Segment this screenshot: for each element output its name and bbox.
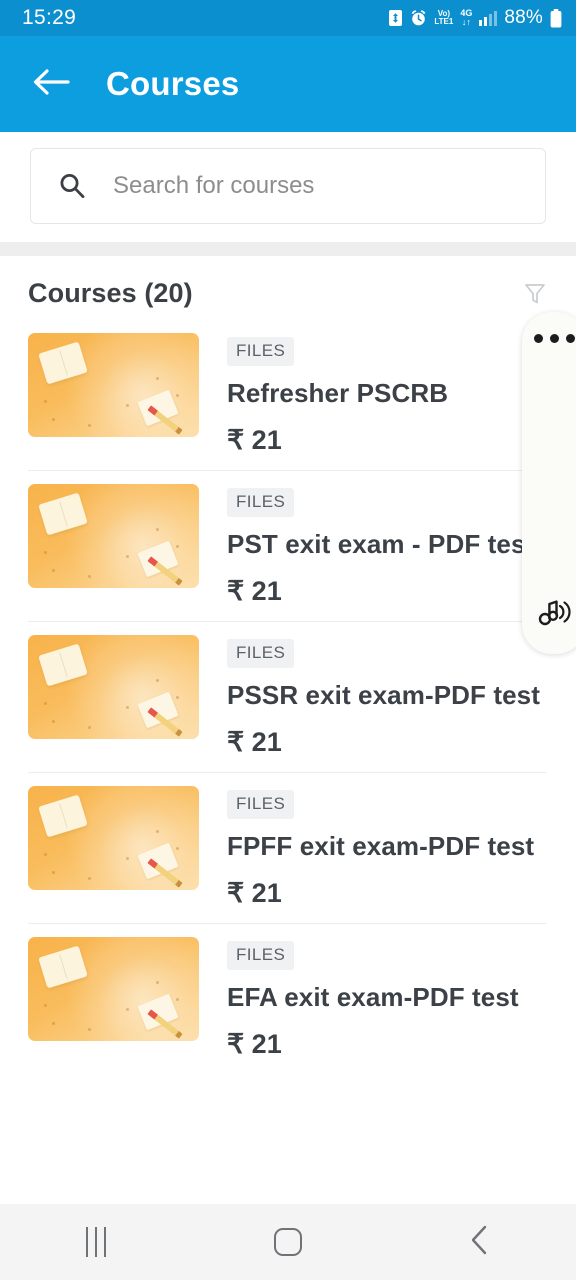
battery-saver-icon xyxy=(388,9,403,27)
course-title: PST exit exam - PDF test xyxy=(227,529,535,559)
recents-icon xyxy=(86,1227,106,1257)
music-note-icon[interactable] xyxy=(537,598,571,628)
arrow-left-icon xyxy=(32,67,70,102)
course-price: ₹ 21 xyxy=(227,425,282,455)
search-section xyxy=(0,132,576,242)
course-list-item[interactable]: FILES Refresher PSCRB ₹ 21 xyxy=(0,319,576,470)
course-details: FILES PST exit exam - PDF test ₹ 21 xyxy=(199,484,548,607)
back-button[interactable] xyxy=(28,61,74,107)
course-price: ₹ 21 xyxy=(227,1029,282,1059)
course-thumbnail xyxy=(28,937,199,1041)
status-time: 15:29 xyxy=(22,6,77,29)
course-thumbnail xyxy=(28,635,199,739)
course-thumbnail xyxy=(28,786,199,890)
more-dots-icon[interactable] xyxy=(533,334,575,343)
course-type-badge: FILES xyxy=(227,488,295,517)
course-type-badge: FILES xyxy=(227,337,295,366)
page-title: Courses xyxy=(106,65,240,102)
course-type-badge: FILES xyxy=(227,790,295,819)
course-type-badge: FILES xyxy=(227,941,295,970)
course-details: FILES PSSR exit exam-PDF test ₹ 21 xyxy=(199,635,548,758)
volte-icon: Vo) LTE1 xyxy=(434,9,454,26)
course-list-item[interactable]: FILES PST exit exam - PDF test ₹ 21 xyxy=(0,470,576,621)
alarm-icon xyxy=(410,9,427,27)
edge-panel[interactable] xyxy=(522,312,576,654)
course-title: Refresher PSCRB xyxy=(227,378,449,408)
course-details: FILES Refresher PSCRB ₹ 21 xyxy=(199,333,548,456)
4g-data-icon: 4G ↓↑ xyxy=(460,8,473,27)
app-bar: Courses xyxy=(0,36,576,132)
course-list-item[interactable]: FILES EFA exit exam-PDF test ₹ 21 xyxy=(0,923,576,1074)
battery-icon xyxy=(550,8,562,28)
section-divider-band xyxy=(0,242,576,256)
recents-button[interactable] xyxy=(41,1204,151,1280)
course-price: ₹ 21 xyxy=(227,878,282,908)
back-chevron-icon xyxy=(468,1224,492,1261)
course-details: FILES FPFF exit exam-PDF test ₹ 21 xyxy=(199,786,548,909)
search-input[interactable] xyxy=(113,172,519,200)
course-thumbnail xyxy=(28,484,199,588)
status-icon-group: Vo) LTE1 4G ↓↑ 88% xyxy=(388,7,562,29)
signal-bars-icon xyxy=(479,10,498,26)
course-title: EFA exit exam-PDF test xyxy=(227,982,519,1012)
courses-list-header: Courses (20) xyxy=(0,256,576,319)
course-price: ₹ 21 xyxy=(227,727,282,757)
home-icon xyxy=(274,1228,302,1256)
screen-content: 15:29 Vo) LTE1 4G ↓↑ 88% Courses Search … xyxy=(0,0,576,1204)
course-list-item[interactable]: FILES PSSR exit exam-PDF test ₹ 21 xyxy=(0,621,576,772)
course-list-item[interactable]: FILES FPFF exit exam-PDF test ₹ 21 xyxy=(0,772,576,923)
status-bar: 15:29 Vo) LTE1 4G ↓↑ 88% xyxy=(0,0,576,36)
search-box[interactable] xyxy=(30,148,546,224)
course-details: FILES EFA exit exam-PDF test ₹ 21 xyxy=(199,937,548,1060)
course-price: ₹ 21 xyxy=(227,576,282,606)
course-thumbnail xyxy=(28,333,199,437)
course-type-badge: FILES xyxy=(227,639,295,668)
phone-screen: 15:29 Vo) LTE1 4G ↓↑ 88% Courses Search … xyxy=(0,0,576,1280)
course-title: FPFF exit exam-PDF test xyxy=(227,831,535,861)
courses-count-label: Courses (20) xyxy=(28,278,193,308)
battery-percent-label: 88% xyxy=(504,7,543,28)
search-icon xyxy=(57,171,87,201)
home-button[interactable] xyxy=(233,1204,343,1280)
android-navigation-bar xyxy=(0,1204,576,1280)
back-nav-button[interactable] xyxy=(425,1204,535,1280)
filter-funnel-icon[interactable] xyxy=(522,281,548,307)
course-title: PSSR exit exam-PDF test xyxy=(227,680,540,710)
courses-list: FILES Refresher PSCRB ₹ 21 FILES PST exi… xyxy=(0,319,576,1074)
